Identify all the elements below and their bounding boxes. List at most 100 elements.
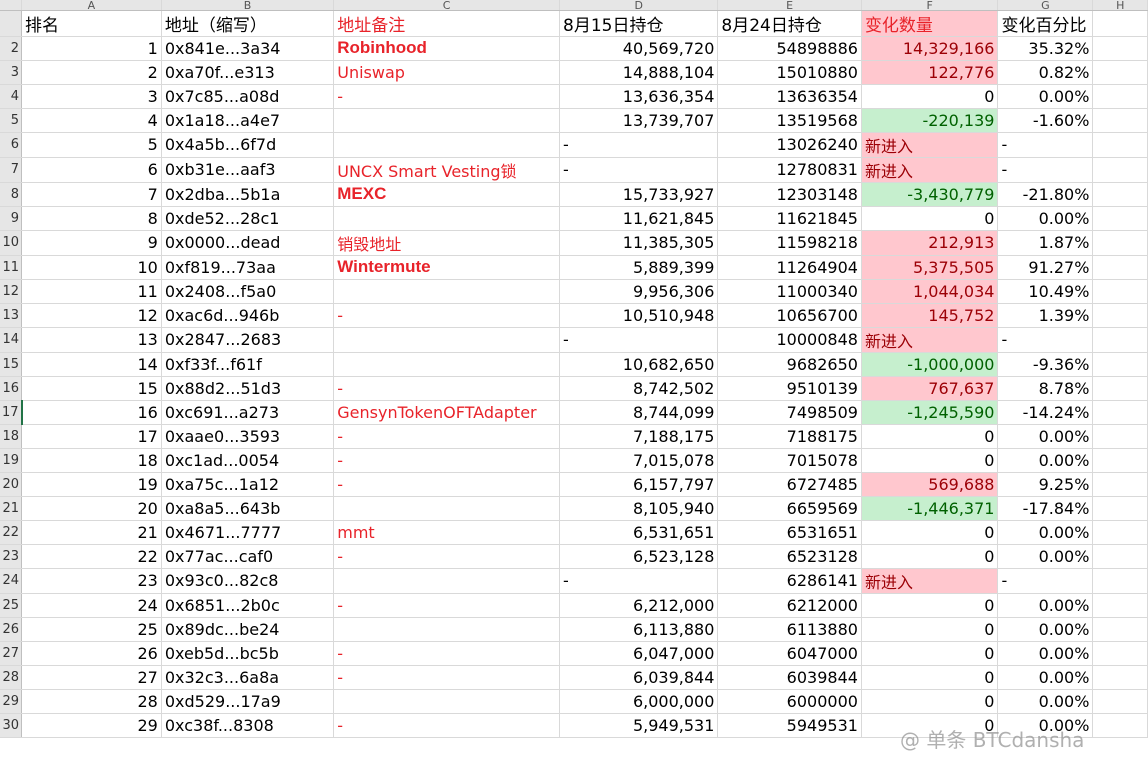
- aug24-cell[interactable]: 7188175: [717, 424, 862, 449]
- aug15-cell[interactable]: 6,113,880: [559, 617, 719, 642]
- rank-cell[interactable]: 13: [21, 327, 162, 353]
- empty-cell[interactable]: [1092, 568, 1148, 594]
- pct-cell[interactable]: 1.39%: [997, 303, 1094, 328]
- rank-cell[interactable]: 28: [21, 689, 162, 714]
- aug15-cell[interactable]: 5,889,399: [559, 255, 719, 280]
- address-cell[interactable]: 0xac6d...946b: [161, 303, 335, 328]
- aug15-cell[interactable]: 14,888,104: [559, 60, 719, 85]
- pct-cell[interactable]: 0.00%: [997, 544, 1094, 569]
- header-change[interactable]: 变化数量: [861, 10, 999, 37]
- rank-cell[interactable]: 21: [21, 520, 162, 545]
- change-cell[interactable]: 212,913: [861, 230, 999, 256]
- address-cell[interactable]: 0x4a5b...6f7d: [161, 132, 335, 158]
- note-cell[interactable]: -: [333, 424, 560, 449]
- aug15-cell[interactable]: 7,188,175: [559, 424, 719, 449]
- pct-cell[interactable]: -21.80%: [997, 182, 1094, 207]
- change-cell[interactable]: 0: [861, 593, 999, 618]
- note-cell[interactable]: -: [333, 665, 560, 690]
- address-cell[interactable]: 0xaae0...3593: [161, 424, 335, 449]
- pct-cell[interactable]: -: [997, 568, 1094, 594]
- address-cell[interactable]: 0xf819...73aa: [161, 255, 335, 280]
- pct-cell[interactable]: 0.00%: [997, 448, 1094, 473]
- empty-cell[interactable]: [1092, 665, 1148, 690]
- pct-cell[interactable]: -17.84%: [997, 496, 1094, 521]
- pct-cell[interactable]: -: [997, 327, 1094, 353]
- empty-cell[interactable]: [1092, 544, 1148, 569]
- empty-cell[interactable]: [1092, 132, 1148, 158]
- aug15-cell[interactable]: 5,949,531: [559, 713, 719, 738]
- rank-cell[interactable]: 20: [21, 496, 162, 521]
- aug24-cell[interactable]: 6000000: [717, 689, 862, 714]
- empty-cell[interactable]: [1092, 424, 1148, 449]
- row-number[interactable]: 18: [0, 424, 23, 449]
- rank-cell[interactable]: 19: [21, 472, 162, 497]
- change-cell[interactable]: 122,776: [861, 60, 999, 85]
- aug24-cell[interactable]: 13636354: [717, 84, 862, 109]
- pct-cell[interactable]: 1.87%: [997, 230, 1094, 256]
- note-cell[interactable]: 销毁地址: [333, 230, 560, 256]
- change-cell[interactable]: 0: [861, 689, 999, 714]
- empty-cell[interactable]: [1092, 400, 1148, 425]
- rank-cell[interactable]: 17: [21, 424, 162, 449]
- pct-cell[interactable]: 0.00%: [997, 424, 1094, 449]
- aug24-cell[interactable]: 11598218: [717, 230, 862, 256]
- row-number[interactable]: 29: [0, 689, 23, 714]
- change-cell[interactable]: 5,375,505: [861, 255, 999, 280]
- aug15-cell[interactable]: -: [559, 132, 719, 158]
- row-number[interactable]: 16: [0, 376, 23, 401]
- rank-cell[interactable]: 2: [21, 60, 162, 85]
- empty-cell[interactable]: [1092, 593, 1148, 618]
- empty-cell[interactable]: [1092, 327, 1148, 353]
- note-cell[interactable]: -: [333, 544, 560, 569]
- empty-cell[interactable]: [1092, 376, 1148, 401]
- aug15-cell[interactable]: 6,523,128: [559, 544, 719, 569]
- change-cell[interactable]: 新进入: [861, 132, 999, 158]
- empty-cell[interactable]: [1092, 108, 1148, 133]
- rank-cell[interactable]: 5: [21, 132, 162, 158]
- row-number[interactable]: 4: [0, 84, 23, 109]
- aug24-cell[interactable]: 54898886: [717, 36, 862, 61]
- note-cell[interactable]: [333, 206, 560, 231]
- change-cell[interactable]: 0: [861, 617, 999, 642]
- address-cell[interactable]: 0xde52...28c1: [161, 206, 335, 231]
- pct-cell[interactable]: 0.00%: [997, 84, 1094, 109]
- change-cell[interactable]: 0: [861, 713, 999, 738]
- rank-cell[interactable]: 9: [21, 230, 162, 256]
- aug15-cell[interactable]: 6,531,651: [559, 520, 719, 545]
- empty-cell[interactable]: [1092, 206, 1148, 231]
- aug15-cell[interactable]: -: [559, 568, 719, 594]
- note-cell[interactable]: MEXC: [333, 182, 560, 207]
- aug24-cell[interactable]: 7498509: [717, 400, 862, 425]
- change-cell[interactable]: 0: [861, 424, 999, 449]
- column-header-f[interactable]: F: [861, 0, 999, 11]
- pct-cell[interactable]: 0.00%: [997, 641, 1094, 666]
- aug24-cell[interactable]: 11000340: [717, 279, 862, 304]
- address-cell[interactable]: 0x2847...2683: [161, 327, 335, 353]
- change-cell[interactable]: 0: [861, 448, 999, 473]
- row-number[interactable]: 5: [0, 108, 23, 133]
- column-header-e[interactable]: E: [717, 0, 862, 11]
- note-cell[interactable]: GensynTokenOFTAdapter: [333, 400, 560, 425]
- aug24-cell[interactable]: 12780831: [717, 157, 862, 183]
- note-cell[interactable]: -: [333, 713, 560, 738]
- rank-cell[interactable]: 24: [21, 593, 162, 618]
- empty-cell[interactable]: [1092, 352, 1148, 377]
- rank-cell[interactable]: 11: [21, 279, 162, 304]
- pct-cell[interactable]: 91.27%: [997, 255, 1094, 280]
- address-cell[interactable]: 0xa8a5...643b: [161, 496, 335, 521]
- aug24-cell[interactable]: 6212000: [717, 593, 862, 618]
- aug15-cell[interactable]: 8,744,099: [559, 400, 719, 425]
- pct-cell[interactable]: 0.00%: [997, 713, 1094, 738]
- aug15-cell[interactable]: 10,682,650: [559, 352, 719, 377]
- change-cell[interactable]: 新进入: [861, 568, 999, 594]
- change-cell[interactable]: 0: [861, 641, 999, 666]
- address-cell[interactable]: 0x93c0...82c8: [161, 568, 335, 594]
- rank-cell[interactable]: 22: [21, 544, 162, 569]
- aug24-cell[interactable]: 7015078: [717, 448, 862, 473]
- change-cell[interactable]: 0: [861, 520, 999, 545]
- note-cell[interactable]: [333, 132, 560, 158]
- header-pct[interactable]: 变化百分比: [997, 10, 1094, 37]
- aug15-cell[interactable]: 9,956,306: [559, 279, 719, 304]
- rank-cell[interactable]: 14: [21, 352, 162, 377]
- aug15-cell[interactable]: 6,047,000: [559, 641, 719, 666]
